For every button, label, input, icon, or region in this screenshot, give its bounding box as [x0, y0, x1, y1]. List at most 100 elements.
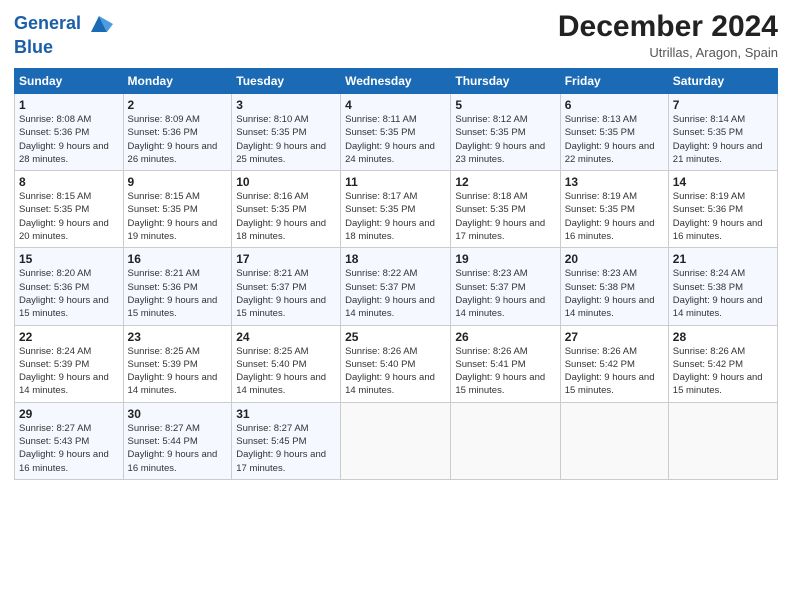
- calendar-cell: 10 Sunrise: 8:16 AMSunset: 5:35 PMDaylig…: [232, 171, 341, 248]
- weekday-header-saturday: Saturday: [668, 69, 777, 94]
- day-number: 6: [565, 98, 664, 112]
- page-container: General Blue December 2024 Utrillas, Ara…: [0, 0, 792, 488]
- calendar-cell: 13 Sunrise: 8:19 AMSunset: 5:35 PMDaylig…: [560, 171, 668, 248]
- day-info: Sunrise: 8:10 AMSunset: 5:35 PMDaylight:…: [236, 113, 336, 166]
- day-info: Sunrise: 8:23 AMSunset: 5:38 PMDaylight:…: [565, 267, 664, 320]
- day-number: 21: [673, 252, 773, 266]
- day-number: 5: [455, 98, 555, 112]
- weekday-header-tuesday: Tuesday: [232, 69, 341, 94]
- day-number: 15: [19, 252, 119, 266]
- logo-icon: [85, 10, 113, 38]
- calendar-cell: [560, 402, 668, 479]
- calendar-cell: 12 Sunrise: 8:18 AMSunset: 5:35 PMDaylig…: [451, 171, 560, 248]
- day-info: Sunrise: 8:24 AMSunset: 5:39 PMDaylight:…: [19, 345, 119, 398]
- day-info: Sunrise: 8:19 AMSunset: 5:36 PMDaylight:…: [673, 190, 773, 243]
- day-info: Sunrise: 8:08 AMSunset: 5:36 PMDaylight:…: [19, 113, 119, 166]
- day-info: Sunrise: 8:25 AMSunset: 5:40 PMDaylight:…: [236, 345, 336, 398]
- day-number: 28: [673, 330, 773, 344]
- day-number: 2: [128, 98, 228, 112]
- calendar-cell: 31 Sunrise: 8:27 AMSunset: 5:45 PMDaylig…: [232, 402, 341, 479]
- day-number: 18: [345, 252, 446, 266]
- day-info: Sunrise: 8:26 AMSunset: 5:42 PMDaylight:…: [673, 345, 773, 398]
- calendar-cell: 25 Sunrise: 8:26 AMSunset: 5:40 PMDaylig…: [341, 325, 451, 402]
- day-number: 26: [455, 330, 555, 344]
- header: General Blue December 2024 Utrillas, Ara…: [14, 10, 778, 60]
- calendar-cell: 5 Sunrise: 8:12 AMSunset: 5:35 PMDayligh…: [451, 94, 560, 171]
- day-number: 17: [236, 252, 336, 266]
- weekday-header-thursday: Thursday: [451, 69, 560, 94]
- day-info: Sunrise: 8:27 AMSunset: 5:45 PMDaylight:…: [236, 422, 336, 475]
- weekday-header-wednesday: Wednesday: [341, 69, 451, 94]
- calendar-cell: 21 Sunrise: 8:24 AMSunset: 5:38 PMDaylig…: [668, 248, 777, 325]
- location: Utrillas, Aragon, Spain: [558, 45, 778, 60]
- calendar-cell: 14 Sunrise: 8:19 AMSunset: 5:36 PMDaylig…: [668, 171, 777, 248]
- calendar-cell: 23 Sunrise: 8:25 AMSunset: 5:39 PMDaylig…: [123, 325, 232, 402]
- calendar-cell: 2 Sunrise: 8:09 AMSunset: 5:36 PMDayligh…: [123, 94, 232, 171]
- calendar-cell: 26 Sunrise: 8:26 AMSunset: 5:41 PMDaylig…: [451, 325, 560, 402]
- day-info: Sunrise: 8:27 AMSunset: 5:44 PMDaylight:…: [128, 422, 228, 475]
- day-info: Sunrise: 8:20 AMSunset: 5:36 PMDaylight:…: [19, 267, 119, 320]
- calendar-cell: 7 Sunrise: 8:14 AMSunset: 5:35 PMDayligh…: [668, 94, 777, 171]
- day-info: Sunrise: 8:17 AMSunset: 5:35 PMDaylight:…: [345, 190, 446, 243]
- day-info: Sunrise: 8:14 AMSunset: 5:35 PMDaylight:…: [673, 113, 773, 166]
- day-info: Sunrise: 8:13 AMSunset: 5:35 PMDaylight:…: [565, 113, 664, 166]
- day-number: 4: [345, 98, 446, 112]
- day-number: 13: [565, 175, 664, 189]
- calendar-cell: [668, 402, 777, 479]
- day-info: Sunrise: 8:12 AMSunset: 5:35 PMDaylight:…: [455, 113, 555, 166]
- day-number: 1: [19, 98, 119, 112]
- day-number: 20: [565, 252, 664, 266]
- day-number: 23: [128, 330, 228, 344]
- calendar-cell: 9 Sunrise: 8:15 AMSunset: 5:35 PMDayligh…: [123, 171, 232, 248]
- day-number: 29: [19, 407, 119, 421]
- day-number: 3: [236, 98, 336, 112]
- day-number: 30: [128, 407, 228, 421]
- title-block: December 2024 Utrillas, Aragon, Spain: [558, 10, 778, 60]
- month-title: December 2024: [558, 10, 778, 43]
- weekday-header-sunday: Sunday: [15, 69, 124, 94]
- calendar-cell: 8 Sunrise: 8:15 AMSunset: 5:35 PMDayligh…: [15, 171, 124, 248]
- day-number: 14: [673, 175, 773, 189]
- logo-blue: Blue: [14, 38, 113, 58]
- day-number: 24: [236, 330, 336, 344]
- logo-text: General: [14, 14, 81, 34]
- calendar-cell: 11 Sunrise: 8:17 AMSunset: 5:35 PMDaylig…: [341, 171, 451, 248]
- day-info: Sunrise: 8:21 AMSunset: 5:36 PMDaylight:…: [128, 267, 228, 320]
- day-info: Sunrise: 8:26 AMSunset: 5:42 PMDaylight:…: [565, 345, 664, 398]
- day-number: 16: [128, 252, 228, 266]
- weekday-header-monday: Monday: [123, 69, 232, 94]
- day-info: Sunrise: 8:21 AMSunset: 5:37 PMDaylight:…: [236, 267, 336, 320]
- day-info: Sunrise: 8:27 AMSunset: 5:43 PMDaylight:…: [19, 422, 119, 475]
- calendar-cell: 19 Sunrise: 8:23 AMSunset: 5:37 PMDaylig…: [451, 248, 560, 325]
- day-info: Sunrise: 8:22 AMSunset: 5:37 PMDaylight:…: [345, 267, 446, 320]
- day-info: Sunrise: 8:09 AMSunset: 5:36 PMDaylight:…: [128, 113, 228, 166]
- day-info: Sunrise: 8:25 AMSunset: 5:39 PMDaylight:…: [128, 345, 228, 398]
- calendar-cell: 27 Sunrise: 8:26 AMSunset: 5:42 PMDaylig…: [560, 325, 668, 402]
- day-info: Sunrise: 8:16 AMSunset: 5:35 PMDaylight:…: [236, 190, 336, 243]
- day-info: Sunrise: 8:24 AMSunset: 5:38 PMDaylight:…: [673, 267, 773, 320]
- calendar-cell: 17 Sunrise: 8:21 AMSunset: 5:37 PMDaylig…: [232, 248, 341, 325]
- calendar-table: SundayMondayTuesdayWednesdayThursdayFrid…: [14, 68, 778, 480]
- day-number: 25: [345, 330, 446, 344]
- weekday-header-friday: Friday: [560, 69, 668, 94]
- day-info: Sunrise: 8:15 AMSunset: 5:35 PMDaylight:…: [128, 190, 228, 243]
- day-number: 22: [19, 330, 119, 344]
- day-info: Sunrise: 8:23 AMSunset: 5:37 PMDaylight:…: [455, 267, 555, 320]
- calendar-cell: 3 Sunrise: 8:10 AMSunset: 5:35 PMDayligh…: [232, 94, 341, 171]
- calendar-cell: 22 Sunrise: 8:24 AMSunset: 5:39 PMDaylig…: [15, 325, 124, 402]
- calendar-cell: 6 Sunrise: 8:13 AMSunset: 5:35 PMDayligh…: [560, 94, 668, 171]
- day-number: 9: [128, 175, 228, 189]
- day-info: Sunrise: 8:26 AMSunset: 5:41 PMDaylight:…: [455, 345, 555, 398]
- day-info: Sunrise: 8:19 AMSunset: 5:35 PMDaylight:…: [565, 190, 664, 243]
- day-info: Sunrise: 8:11 AMSunset: 5:35 PMDaylight:…: [345, 113, 446, 166]
- calendar-cell: 20 Sunrise: 8:23 AMSunset: 5:38 PMDaylig…: [560, 248, 668, 325]
- day-info: Sunrise: 8:18 AMSunset: 5:35 PMDaylight:…: [455, 190, 555, 243]
- logo: General Blue: [14, 10, 113, 58]
- calendar-cell: 16 Sunrise: 8:21 AMSunset: 5:36 PMDaylig…: [123, 248, 232, 325]
- day-number: 11: [345, 175, 446, 189]
- day-number: 31: [236, 407, 336, 421]
- calendar-cell: 18 Sunrise: 8:22 AMSunset: 5:37 PMDaylig…: [341, 248, 451, 325]
- calendar-cell: 4 Sunrise: 8:11 AMSunset: 5:35 PMDayligh…: [341, 94, 451, 171]
- day-number: 8: [19, 175, 119, 189]
- day-number: 12: [455, 175, 555, 189]
